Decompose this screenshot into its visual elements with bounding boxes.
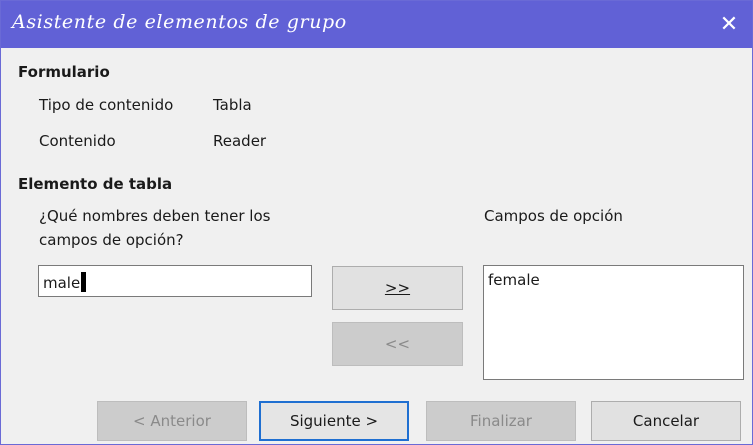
option-field-item[interactable]: female [488,271,739,289]
cancel-button-label: Cancelar [632,412,700,430]
finish-button[interactable]: Finalizar [426,401,576,441]
content-type-label: Tipo de contenido [39,96,174,114]
next-button[interactable]: Siguiente > [259,401,409,441]
back-button-label: < Anterior [133,412,211,430]
finish-button-label: Finalizar [470,412,532,430]
option-name-input[interactable]: male [38,265,312,297]
remove-option-label: << [384,335,411,353]
names-label-line-2: campos de opción? [39,231,184,249]
option-name-input-value: male [43,274,81,292]
close-icon: ✕ [719,12,739,37]
form-section-heading: Formulario [18,63,110,81]
cancel-button[interactable]: Cancelar [591,401,741,441]
table-section-heading: Elemento de tabla [18,175,173,193]
remove-option-button[interactable]: << [332,322,463,366]
text-caret [81,272,87,292]
add-option-label: >> [384,279,411,297]
close-button[interactable]: ✕ [706,1,752,48]
option-fields-label: Campos de opción [484,207,623,225]
next-button-label: Siguiente > [289,412,379,430]
content-label: Contenido [39,132,116,150]
names-label-line-1: ¿Qué nombres deben tener los [39,207,271,225]
add-option-button[interactable]: >> [332,266,463,310]
back-button[interactable]: < Anterior [97,401,247,441]
content-type-value: Tabla [213,96,252,114]
option-fields-list[interactable]: female [483,265,744,380]
title-bar[interactable]: Asistente de elementos de grupo ✕ [1,1,752,48]
dialog-window: Asistente de elementos de grupo ✕ Formul… [0,0,753,445]
window-title: Asistente de elementos de grupo [12,11,347,33]
content-value: Reader [213,132,267,150]
